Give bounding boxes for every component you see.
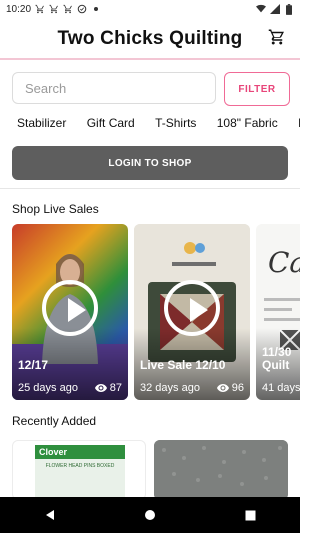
search-input[interactable]: Search [12,72,216,104]
category-gift-card[interactable]: Gift Card [87,116,135,130]
category-t-shirts[interactable]: T-Shirts [155,116,196,130]
home-icon[interactable] [140,505,160,525]
category-108-fabric[interactable]: 108" Fabric [217,116,278,130]
category-partial[interactable]: Ri [298,116,300,130]
product-thumbnail: Clover FLOWER HEAD PINS BOXED [35,445,125,499]
battery-icon [284,3,294,15]
search-row: Search FILTER [12,72,290,106]
eye-icon [216,384,229,392]
cart-notification-icon [49,4,59,14]
header-divider [0,58,300,60]
play-icon[interactable] [164,280,220,336]
login-to-shop-button[interactable]: LOGIN TO SHOP [12,146,288,180]
category-bar: Stabilizer Gift Card T-Shirts 108" Fabri… [0,116,300,138]
status-time: 10:20 [6,3,32,15]
app-header: Two Chicks Quilting [0,20,300,58]
live-sale-age: 32 days ago [140,382,200,394]
cart-notification-icon [35,4,45,14]
wifi-icon [256,4,266,14]
live-sales-title: Shop Live Sales [12,202,99,216]
product-label: FLOWER HEAD PINS BOXED [45,463,115,469]
eye-icon [94,384,107,392]
play-icon[interactable] [42,280,98,336]
filter-button[interactable]: FILTER [224,72,290,106]
live-sale-date: 12/17 [18,358,49,372]
app-title: Two Chicks Quilting [57,28,243,49]
live-sale-date: Live Sale 12/10 [140,358,226,372]
live-sale-card[interactable]: Live Sale 12/10 32 days ago 96 [134,224,250,400]
live-sale-card[interactable]: Ca 11/30 Quilt 41 days [256,224,300,400]
recently-added-title: Recently Added [12,414,97,428]
signal-icon [270,4,280,14]
recently-added-carousel[interactable]: Clover FLOWER HEAD PINS BOXED [12,440,300,500]
recent-product-card[interactable]: Clover FLOWER HEAD PINS BOXED [12,440,146,500]
recent-product-card[interactable] [154,440,288,500]
live-sale-age: 41 days [262,382,300,394]
shopping-cart-icon[interactable] [268,28,286,46]
search-placeholder: Search [25,80,67,96]
dot-icon [91,4,101,14]
live-sale-date: 11/30 Quilt [262,345,292,372]
cart-notification-icon [63,4,73,14]
recents-icon[interactable] [240,505,260,525]
view-count: 96 [231,382,244,394]
back-icon[interactable] [40,505,60,525]
section-divider [0,188,300,189]
live-sale-card[interactable]: 12/17 25 days ago 87 [12,224,128,400]
system-nav-bar [0,497,300,533]
sync-icon [77,4,87,14]
live-sale-age: 25 days ago [18,382,78,394]
product-thumbnail [154,440,288,500]
live-sales-carousel[interactable]: 12/17 25 days ago 87 Live Sale 12/10 32 … [12,224,300,400]
product-brand: Clover [35,445,125,459]
category-stabilizer[interactable]: Stabilizer [17,116,66,130]
view-count: 87 [109,382,122,394]
status-bar: 10:20 [0,0,300,18]
